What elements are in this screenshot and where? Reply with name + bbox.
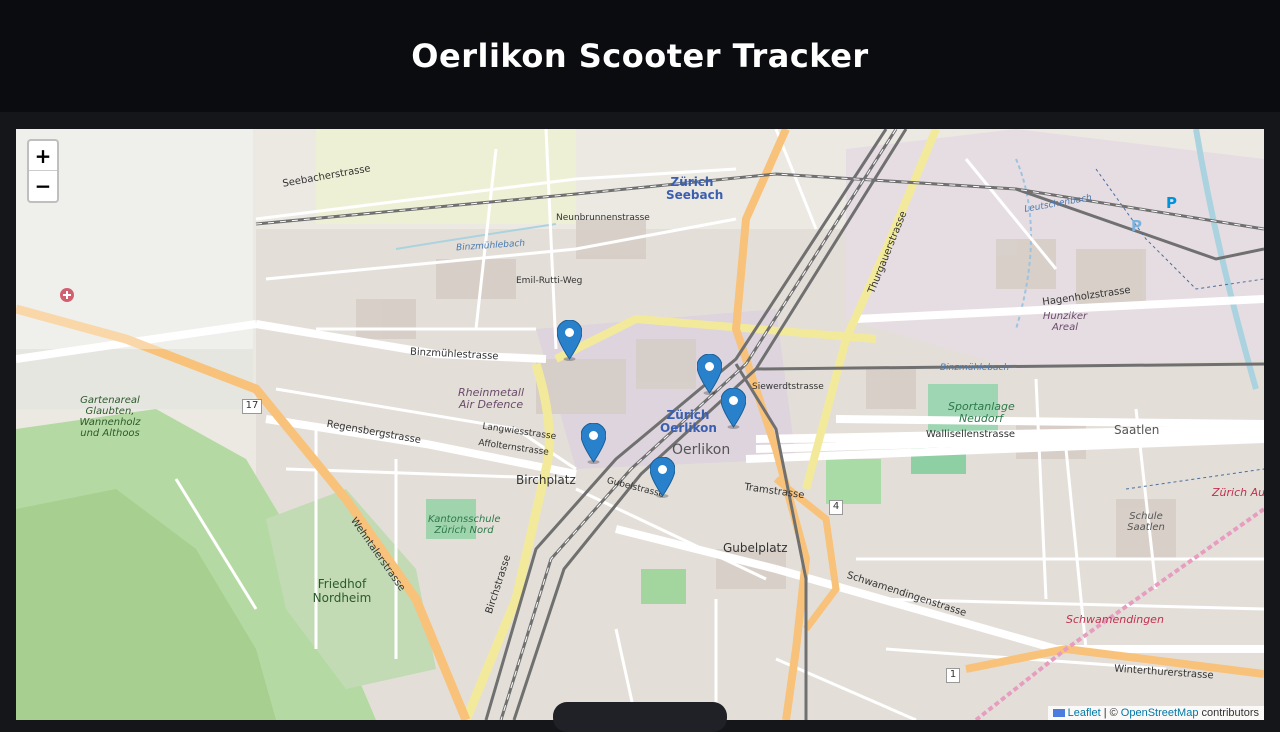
road-badge: 4	[829, 500, 843, 515]
attribution-suffix: contributors	[1201, 707, 1259, 719]
street-label: Binzmühlebach	[940, 363, 1010, 373]
bottom-dock	[553, 702, 727, 732]
svg-text:P: P	[1166, 194, 1177, 212]
street-label: Siewerdtstrasse	[752, 382, 824, 392]
place-label-oerlikon: Oerlikon	[672, 442, 731, 458]
place-label-birchplatz: Birchplatz	[516, 473, 576, 487]
app-header: Oerlikon Scooter Tracker	[0, 0, 1280, 112]
zoom-in-button[interactable]: +	[29, 141, 57, 171]
map-pin-icon[interactable]	[649, 456, 676, 498]
place-label-rheinmetall: Rheinmetall Air Defence	[457, 386, 525, 411]
street-label: Wallisellenstrasse	[926, 429, 1016, 440]
place-label-sportanlage: Sportanlage Neudorf	[948, 400, 1015, 425]
map-pin-icon[interactable]	[720, 387, 747, 429]
leaflet-link[interactable]: Leaflet	[1068, 707, 1101, 719]
place-label-gartenareal: Gartenareal Glaubten, Wannenholz und Alt…	[79, 395, 141, 439]
flag-icon	[1052, 709, 1065, 718]
map-pin-icon[interactable]	[696, 353, 723, 395]
map-attribution: Leaflet | © OpenStreetMap contributors	[1047, 706, 1264, 720]
place-label-saatlen: Saatlen	[1114, 423, 1160, 437]
map-container[interactable]: P P 17 4 1 Zürich Seebach Zürich Oerliko…	[16, 129, 1264, 720]
place-label-zurich-aub: Zürich Aub	[1212, 486, 1264, 499]
road-badge: 1	[946, 668, 960, 683]
place-label-kantonsschule: Kantonsschule Zürich Nord	[428, 514, 501, 536]
street-label: Emil-Rutti-Weg	[516, 276, 583, 286]
place-label-oerlikon-station: Zürich Oerlikon	[660, 408, 717, 435]
map-pin-icon[interactable]	[580, 422, 607, 464]
place-label-schule-saatlen: Schule Saatlen	[1127, 511, 1165, 533]
page-title: Oerlikon Scooter Tracker	[411, 37, 869, 75]
osm-link[interactable]: OpenStreetMap	[1121, 707, 1199, 719]
map-pin-icon[interactable]	[556, 319, 583, 361]
place-label-seebach: Zürich Seebach	[666, 175, 724, 202]
zoom-out-button[interactable]: −	[29, 171, 57, 201]
road-badge: 17	[242, 399, 262, 414]
place-label-hunziker: Hunziker Areal	[1042, 311, 1088, 333]
zoom-control: + −	[27, 139, 59, 203]
place-label-gubelplatz: Gubelplatz	[723, 541, 788, 555]
svg-text:P: P	[1131, 217, 1142, 235]
street-label: Neunbrunnenstrasse	[556, 213, 650, 223]
attribution-separator: | ©	[1103, 707, 1118, 719]
place-label-schwamendingen: Schwamendingen	[1066, 613, 1164, 626]
place-label-friedhof: Friedhof Nordheim	[312, 577, 372, 605]
